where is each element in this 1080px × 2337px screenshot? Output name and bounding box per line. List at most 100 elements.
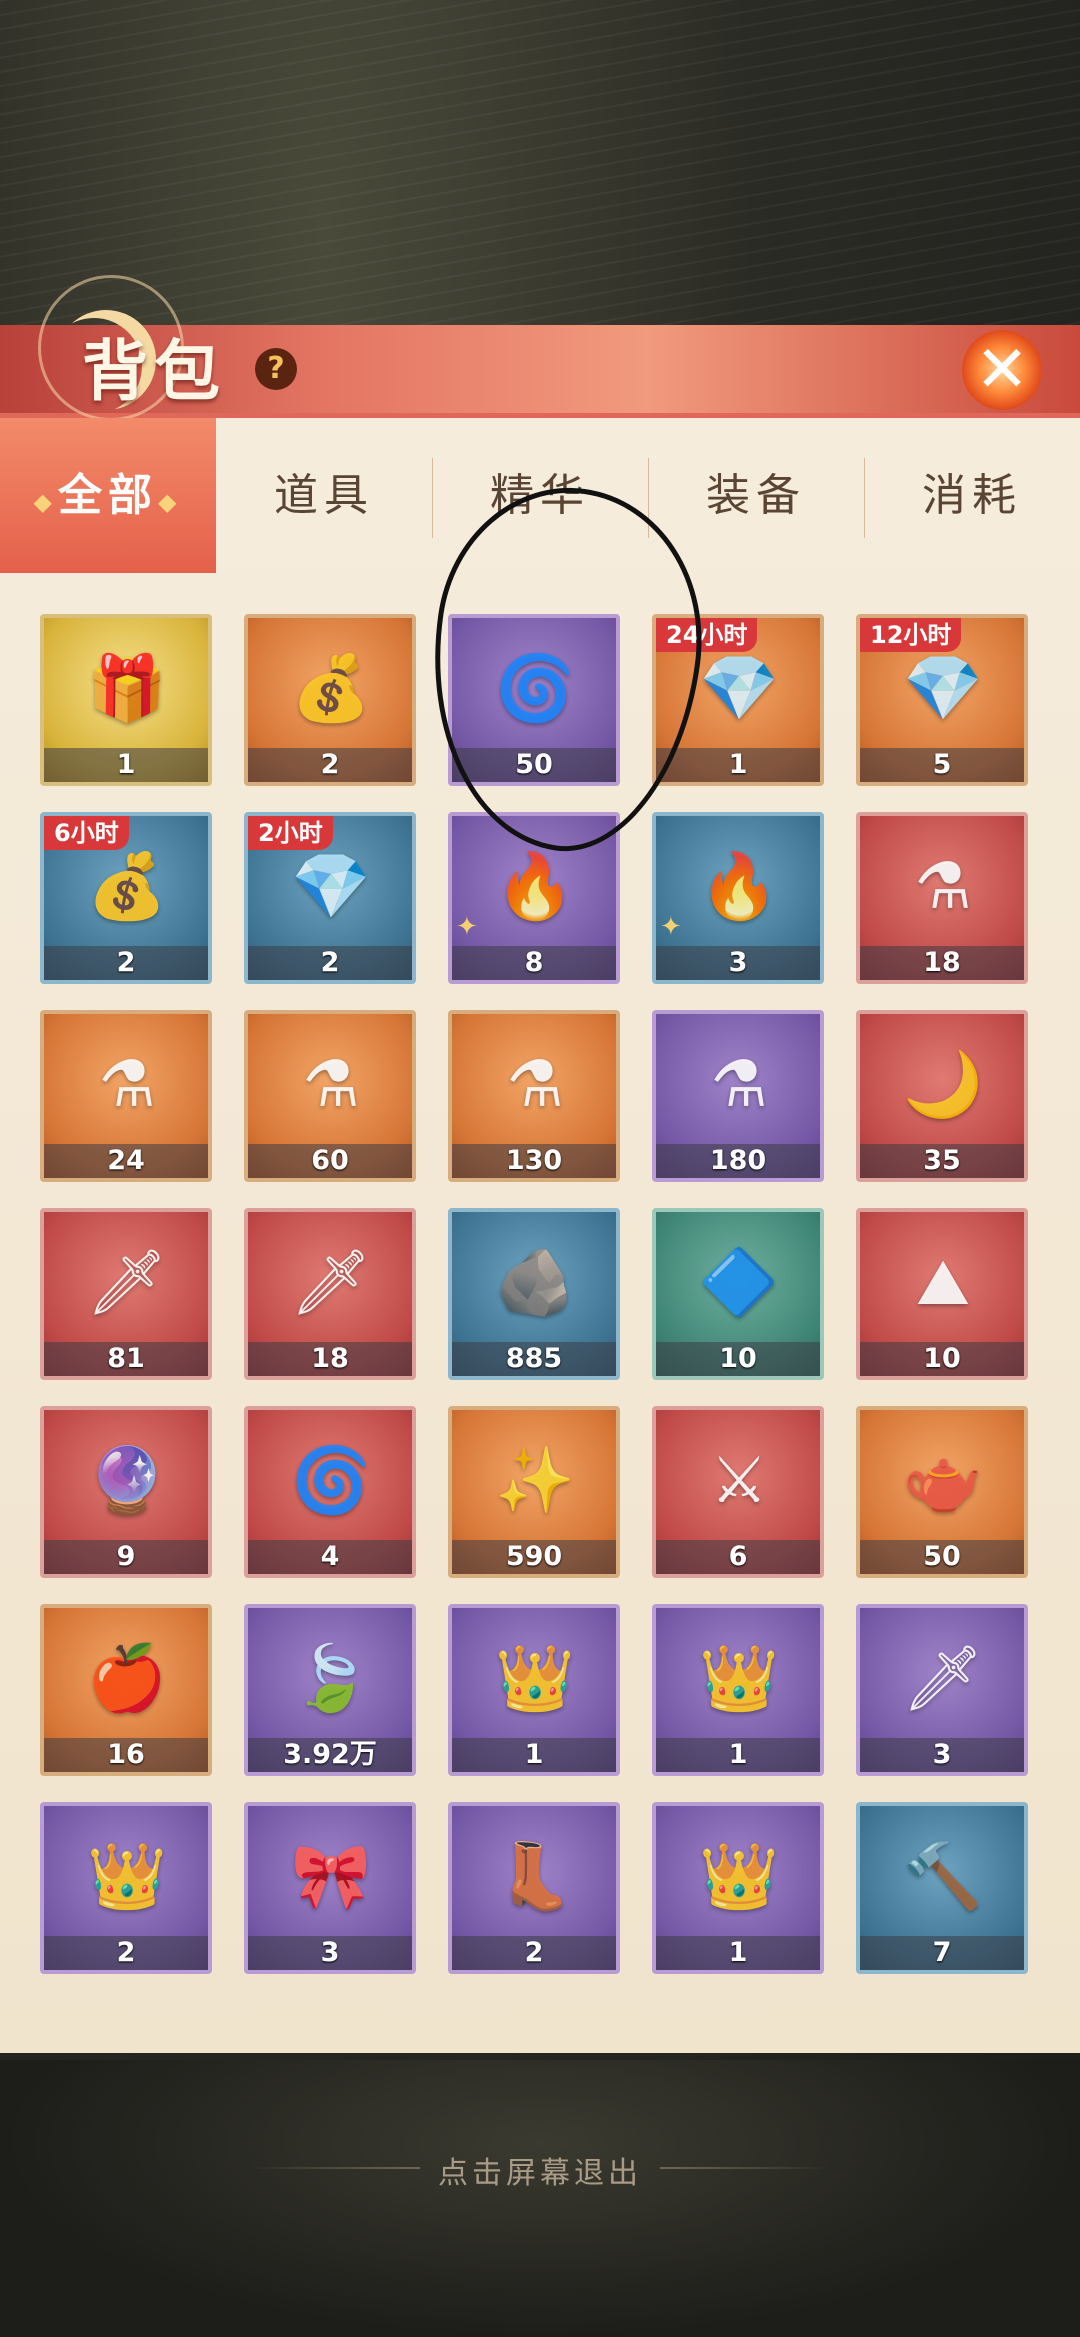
crystal-icon: ✨: [495, 1444, 575, 1518]
item-count: 180: [656, 1144, 820, 1178]
timer-badge: 6小时: [44, 816, 129, 850]
item-count: 1: [656, 1936, 820, 1970]
item-count: 885: [452, 1342, 616, 1376]
item-slot-moon-staff[interactable]: 🌙 35: [856, 1010, 1028, 1182]
item-count: 3.92万: [248, 1738, 412, 1772]
chest-icon: 🎁: [87, 652, 167, 726]
crystal-icon: 🔷: [699, 1246, 779, 1320]
tab-label: 全部: [58, 470, 158, 521]
item-slot-purple-dagger[interactable]: 🗡 3: [856, 1604, 1028, 1776]
tab-consumables[interactable]: 消耗: [864, 418, 1080, 573]
item-slot-jeweled-crown[interactable]: 👑 1: [652, 1802, 824, 1974]
potion-icon: ⚗: [914, 850, 972, 924]
item-slot-sword-banner[interactable]: ⚔ 6: [652, 1406, 824, 1578]
item-count: 4: [248, 1540, 412, 1574]
item-count: 3: [248, 1936, 412, 1970]
item-slot-golden-crown-plus[interactable]: 👑 1: [652, 1604, 824, 1776]
item-slot-magic-lamp[interactable]: 🫖 50: [856, 1406, 1028, 1578]
item-count: 3: [860, 1738, 1024, 1772]
item-count: 50: [860, 1540, 1024, 1574]
item-slot-purple-boots[interactable]: 👢 2: [448, 1802, 620, 1974]
mace-icon: 🔨: [903, 1840, 983, 1914]
puzzle-piece-icon: ✦: [456, 912, 478, 942]
item-slot-purple-potion[interactable]: ⚗ 24: [40, 1010, 212, 1182]
item-slot-spiked-mace[interactable]: 🔨 7: [856, 1802, 1028, 1974]
item-slot-blue-flame-shard[interactable]: 🔥 ✦ 3: [652, 812, 824, 984]
crown-icon: 👑: [495, 1642, 575, 1716]
help-icon[interactable]: ?: [255, 348, 297, 390]
page-title: 背包: [82, 332, 226, 410]
item-count: 2: [44, 946, 208, 980]
item-count: 8: [452, 946, 616, 980]
item-count: 24: [44, 1144, 208, 1178]
item-slot-gem-bag-6h[interactable]: 💰 6小时 2: [40, 812, 212, 984]
item-slot-red-fruit[interactable]: 🍎 16: [40, 1604, 212, 1776]
item-count: 9: [44, 1540, 208, 1574]
dagger-icon: 🗡: [902, 1642, 984, 1716]
flame-icon: 🔥: [495, 850, 575, 924]
item-count: 1: [656, 1738, 820, 1772]
crown-icon: 👑: [699, 1840, 779, 1914]
sword-icon: 🗡: [290, 1246, 372, 1320]
ore-icon: 🪨: [495, 1246, 575, 1320]
tab-props[interactable]: 道具: [216, 418, 432, 573]
potion-icon: ⚗: [302, 1048, 360, 1122]
tray-icon: ⛰: [916, 1246, 970, 1320]
circlet-icon: 👑: [87, 1840, 167, 1914]
timer-badge: 2小时: [248, 816, 333, 850]
item-slot-gold-crystal[interactable]: ✨ 590: [448, 1406, 620, 1578]
chest-icon: 💎: [699, 652, 779, 726]
crown-icon: 👑: [699, 1642, 779, 1716]
flame-icon: 🔥: [699, 850, 779, 924]
potion-icon: ⚗: [506, 1048, 564, 1122]
item-slot-salt-tray[interactable]: ⛰ 10: [856, 1208, 1028, 1380]
banner-icon: ⚔: [710, 1444, 768, 1518]
item-slot-red-potion[interactable]: ⚗ 60: [244, 1010, 416, 1182]
item-slot-dark-crystal[interactable]: 🔷 10: [652, 1208, 824, 1380]
bag-icon: 💰: [87, 850, 167, 924]
belt-icon: 🎀: [291, 1840, 371, 1914]
item-slot-green-potion[interactable]: ⚗ 18: [856, 812, 1028, 984]
item-count: 3: [656, 946, 820, 980]
item-slot-pink-flask[interactable]: ⚗ 180: [652, 1010, 824, 1182]
diamond-icon: ◆: [33, 487, 58, 516]
item-slot-golden-crown[interactable]: 👑 1: [448, 1604, 620, 1776]
item-slot-green-flask[interactable]: ⚗ 130: [448, 1010, 620, 1182]
tab-label: 道具: [274, 470, 374, 521]
item-slot-treasure-bag[interactable]: 💰 2: [244, 614, 416, 786]
item-slot-silk-belt[interactable]: 🎀 3: [244, 1802, 416, 1974]
tab-equipment[interactable]: 装备: [648, 418, 864, 573]
item-slot-golden-chest[interactable]: 🎁 1: [40, 614, 212, 786]
chest-icon: 💎: [903, 652, 983, 726]
item-slot-red-swirl[interactable]: 🌀 4: [244, 1406, 416, 1578]
background-bottom: [0, 2060, 1080, 2337]
timer-badge: 12小时: [860, 618, 962, 652]
item-count: 5: [860, 748, 1024, 782]
item-count: 18: [248, 1342, 412, 1376]
item-slot-gem-chest-12h[interactable]: 💎 12小时 5: [856, 614, 1028, 786]
item-slot-ore-stone[interactable]: 🪨 885: [448, 1208, 620, 1380]
exit-hint[interactable]: 点击屏幕退出: [0, 2148, 1080, 2192]
close-button[interactable]: ✕: [962, 330, 1042, 410]
item-slot-golden-spear[interactable]: 🗡 81: [40, 1208, 212, 1380]
item-count: 6: [656, 1540, 820, 1574]
lamp-icon: 🫖: [903, 1444, 983, 1518]
item-count: 590: [452, 1540, 616, 1574]
gem-icon: 💎: [291, 850, 371, 924]
item-slot-crystal-leaf[interactable]: 🍃 3.92万: [244, 1604, 416, 1776]
item-slot-gem-pile-2h[interactable]: 💎 2小时 2: [244, 812, 416, 984]
background-pattern: [0, 0, 1080, 340]
item-count: 60: [248, 1144, 412, 1178]
item-count: 1: [452, 1738, 616, 1772]
tab-all[interactable]: ◆全部◆: [0, 418, 216, 573]
boots-icon: 👢: [495, 1840, 575, 1914]
staff-icon: 🌙: [903, 1048, 983, 1122]
leaf-icon: 🍃: [291, 1642, 371, 1716]
item-count: 1: [656, 748, 820, 782]
potion-icon: ⚗: [710, 1048, 768, 1122]
item-count: 2: [44, 1936, 208, 1970]
item-slot-flame-orb[interactable]: 🔮 9: [40, 1406, 212, 1578]
item-slot-silver-circlet[interactable]: 👑 2: [40, 1802, 212, 1974]
fruit-icon: 🍎: [87, 1642, 167, 1716]
item-slot-dark-sword[interactable]: 🗡 18: [244, 1208, 416, 1380]
